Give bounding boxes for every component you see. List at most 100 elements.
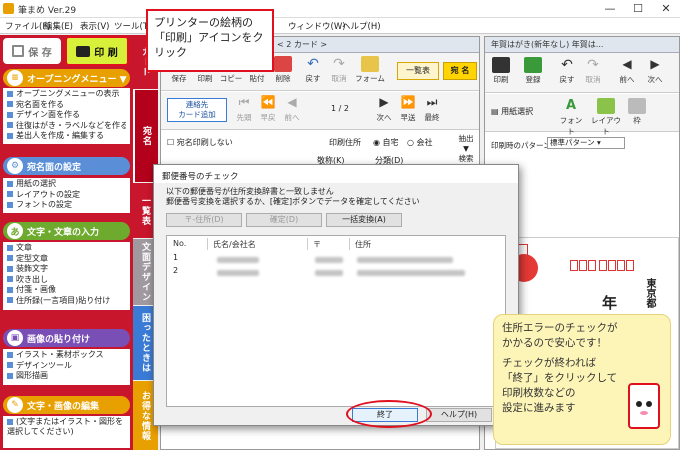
nav-prev-button[interactable]: ◀ 前へ (281, 95, 303, 123)
list-item[interactable]: フォントの設定 (7, 200, 126, 211)
printer-icon (76, 45, 91, 57)
table-row[interactable]: 2 (169, 266, 503, 279)
list-view-button[interactable]: 一覧表 (397, 62, 439, 80)
design-undo-button[interactable]: ↶ 戻す (555, 57, 579, 85)
design-next-button[interactable]: ▶ 次へ (643, 57, 667, 85)
list-item[interactable]: 宛名面を作る (7, 100, 126, 111)
design-prev-button[interactable]: ◀ 前へ (615, 57, 639, 85)
first-icon: ⏮ (238, 95, 250, 109)
last-icon: ⏭ (426, 95, 438, 109)
nav-fast-forward-button[interactable]: ⏩ 早送 (397, 95, 419, 123)
card-redo-button[interactable]: ↷ 取消 (327, 56, 351, 84)
section-title: 文字・画像の編集 (27, 401, 100, 412)
nav-next-button[interactable]: ▶ 次へ (373, 95, 395, 123)
layout-icon (597, 98, 615, 114)
design-register-button[interactable]: 登録 (521, 57, 545, 85)
design-redo-button[interactable]: ↷ 取消 (581, 57, 605, 85)
label: 早送 (400, 113, 416, 122)
maximize-button[interactable]: ☐ (624, 0, 652, 18)
label: 最終 (424, 113, 440, 122)
design-toolbar: 印刷 登録 ↶ 戻す ↷ 取消 ◀ 前へ ▶ 次へ (485, 53, 679, 93)
rewind-icon: ⏪ (260, 95, 276, 109)
help-button[interactable]: ヘルプ(H) (426, 408, 492, 422)
print-tip-callout: プリンターの絵柄の「印刷」アイコンをクリック (146, 9, 274, 72)
close-button[interactable]: ✕ (652, 0, 680, 18)
search-label: 検索 (458, 154, 474, 163)
label: 早戻 (260, 113, 276, 122)
list-item[interactable]: 付箋・画像 (7, 285, 126, 296)
menu-view[interactable]: 表示(V) (80, 20, 109, 32)
label: 次へ (647, 75, 663, 84)
extract-button[interactable]: 抽出 ▼ 検索 (455, 133, 477, 164)
section-title: 画像の貼り付け (27, 334, 91, 345)
minimize-button[interactable]: — (596, 0, 624, 18)
dialog-message-line2: 郵便番号変換を選択するか、[確定]ボタンでデータを確定してください (166, 197, 420, 206)
row-number: 2 (173, 266, 179, 275)
list-item[interactable]: 往復はがき・ラベルなどを作る (7, 121, 126, 132)
list-item[interactable]: 定型文章 (7, 254, 126, 265)
design-print-button[interactable]: 印刷 (489, 57, 513, 85)
list-item[interactable]: 図形描画 (7, 371, 126, 382)
list-item[interactable]: デザイン面を作る (7, 110, 126, 121)
menu-window[interactable]: ウィンドウ(W) (288, 20, 346, 32)
section-image-paste[interactable]: ▣ 画像の貼り付け (3, 329, 130, 347)
menu-bar: ファイル(F) 編集(E) 表示(V) ツール(T) ウィンドウ(W) ヘルプ(… (0, 18, 680, 34)
list-item[interactable]: 装飾文字 (7, 264, 126, 275)
list-item[interactable]: 住所録(一言項目)貼り付け (7, 296, 126, 307)
gear-icon: ⚙ (7, 158, 23, 174)
save-label: 保 存 (28, 47, 52, 59)
print-tip-text: プリンターの絵柄の「印刷」アイコンをクリック (154, 16, 264, 59)
list-item[interactable]: 差出人を作成・編集する (7, 131, 126, 142)
nav-last-button[interactable]: ⏭ 最終 (421, 95, 443, 123)
label: 保存 (171, 74, 187, 83)
prev-icon: ◀ (287, 95, 297, 109)
list-item[interactable]: 文章 (7, 243, 126, 254)
radio-home[interactable]: ◉ 自宅 (373, 137, 399, 148)
print-toggle[interactable]: ☐ 宛名印刷しない (167, 137, 233, 148)
section-text-input[interactable]: あ 文字・文章の入力 (3, 222, 130, 240)
postal-check-table: No. 氏名/会社名 〒 住所 1 2 (166, 235, 506, 407)
pattern-select[interactable]: 標準パターン ▾ (547, 137, 625, 149)
list-item[interactable]: イラスト・素材ボックス (7, 350, 126, 361)
table-row[interactable]: 1 (169, 253, 503, 266)
list-item[interactable]: オープニングメニューの表示 (7, 89, 126, 100)
bulk-convert-button[interactable]: 一括変換(A) (326, 213, 402, 227)
radio-home-label: 自宅 (382, 138, 399, 147)
frame-button[interactable]: 枠 (625, 98, 649, 126)
print-address-label: 印刷住所 (329, 138, 361, 147)
radio-company[interactable]: ○ 会社 (407, 137, 433, 148)
section-opening-menu[interactable]: ≡ オープニングメニュー ▼ (3, 69, 130, 87)
column-header: No. (173, 239, 187, 248)
confirm-button[interactable]: 確定(D) (246, 213, 322, 227)
card-delete-button[interactable]: 削除 (271, 56, 295, 84)
nav-fast-back-button[interactable]: ⏪ 早戻 (257, 95, 279, 123)
section-text-image-edit[interactable]: ✎ 文字・画像の編集 (3, 396, 130, 414)
postcard-year: 年 (602, 294, 618, 312)
nav-first-button[interactable]: ⏮ 先頭 (233, 95, 255, 123)
layout-button[interactable]: レイアウト (589, 98, 623, 137)
menu-help[interactable]: ヘルプ(H) (342, 20, 381, 32)
menu-edit[interactable]: 編集(E) (44, 20, 73, 32)
section-address-settings[interactable]: ⚙ 宛名面の設定 (3, 157, 130, 175)
text-image-edit-list: (文字またはイラスト・図形を選択してください) (3, 416, 130, 448)
save-button[interactable]: 保 存 (3, 38, 61, 64)
paper-select-button[interactable]: ▤ 用紙選択 (491, 106, 533, 117)
column-header: 〒 (313, 240, 321, 249)
list-item[interactable]: デザインツール (7, 361, 126, 372)
add-contact-button[interactable]: 連絡先 カード追加 (167, 98, 227, 122)
label: レイアウト (591, 116, 621, 136)
label: フォーム (355, 74, 385, 83)
font-button[interactable]: A フォント (557, 98, 585, 137)
zip-to-address-button[interactable]: 〒-住所(D) (166, 213, 242, 227)
tip-line: 住所エラーのチェックが (502, 322, 618, 334)
list-item[interactable]: 用紙の選択 (7, 179, 126, 190)
column-separator (349, 238, 350, 250)
list-item[interactable]: 吹き出し (7, 275, 126, 286)
delete-icon (274, 56, 292, 72)
card-undo-button[interactable]: ↶ 戻す (301, 56, 325, 84)
list-item[interactable]: レイアウトの設定 (7, 190, 126, 201)
label: 印刷 (197, 74, 213, 83)
card-form-button[interactable]: フォーム (355, 56, 385, 84)
print-button[interactable]: 印 刷 (65, 36, 129, 66)
address-view-button[interactable]: 宛 名 (443, 62, 477, 80)
